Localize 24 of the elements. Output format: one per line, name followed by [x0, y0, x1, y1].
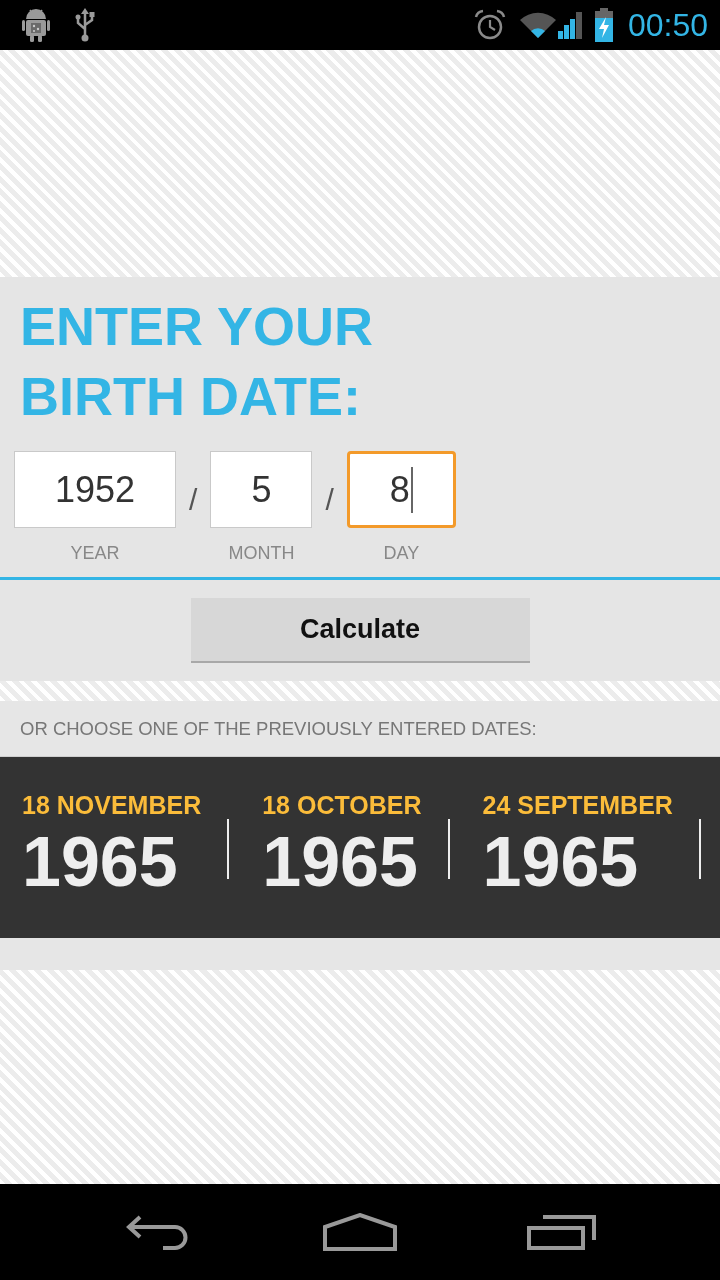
section-heading: OR CHOOSE ONE OF THE PREVIOUSLY ENTERED DATES:: [19, 717, 538, 741]
alarm-clock-icon: [473, 9, 506, 41]
wifi-icon: [519, 11, 556, 39]
input-field[interactable]: 8: [346, 451, 456, 528]
saved-date-item[interactable]: 18 OCTOBER 1965: [229, 790, 448, 901]
robot-icon: [22, 8, 50, 42]
separator-text: /: [325, 484, 334, 516]
input-field[interactable]: 1952: [14, 451, 177, 528]
form-title: ENTER YOUR BIRTH DATE:: [20, 295, 375, 428]
home-icon[interactable]: [323, 1213, 397, 1251]
recent-apps-icon[interactable]: [527, 1214, 597, 1250]
field-label: DAY: [383, 542, 420, 564]
calculate-button[interactable]: Calculate: [190, 598, 530, 663]
separator-text: /: [189, 484, 198, 516]
text-cursor-icon: [410, 466, 413, 513]
saved-date-item[interactable]: 24 SEPTEMBER 1965: [449, 790, 699, 901]
signal-icon: [555, 11, 584, 39]
usb-icon: [74, 8, 96, 42]
input-field[interactable]: 5: [210, 451, 313, 528]
saved-date-item[interactable]: 18 NOVEMBER 1965: [0, 790, 228, 901]
field-label: MONTH: [228, 542, 295, 564]
field-label: YEAR: [70, 542, 120, 564]
clock-time: 00:50: [627, 7, 708, 43]
battery-icon: [593, 8, 614, 42]
